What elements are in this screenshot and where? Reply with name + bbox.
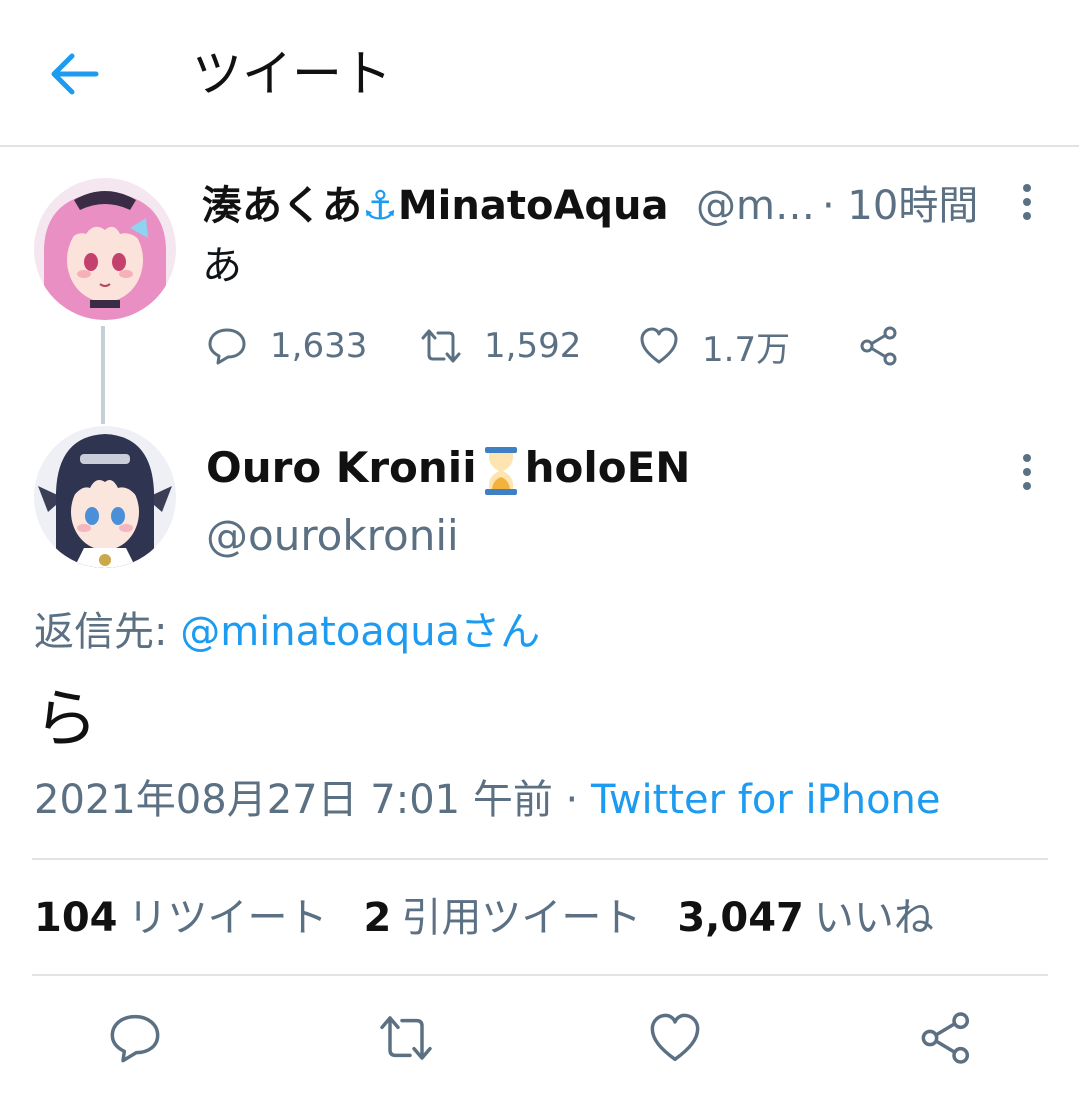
reply-display-name[interactable]: Ouro Kronii holoEN [206,442,690,496]
comment-icon [208,328,246,365]
reply-button[interactable] [107,1010,163,1066]
share-button[interactable] [858,320,900,372]
retweet-count: 1,592 [484,326,582,366]
reply-count: 1,633 [270,326,368,366]
avatar-image [34,178,176,320]
retweets-label: リツイート [127,895,328,941]
tweet-action-bar [0,1010,1079,1070]
heart-icon [640,327,678,364]
anchor-icon: ⚓ [362,183,398,229]
tweet-source-link[interactable]: Twitter for iPhone [591,777,941,823]
display-name-suffix: MinatoAqua [397,183,669,229]
retweets-count: 104 [34,895,118,941]
retweet-icon [421,329,461,363]
top-app-bar: ツイート [0,0,1079,147]
more-vertical-icon[interactable] [1020,452,1034,492]
divider [32,974,1048,976]
divider [32,858,1048,860]
reply-button[interactable]: 1,633 [206,320,367,372]
engagement-stats: 104 リツイート 2 引用ツイート 3,047 いいね [34,892,970,944]
reply-to-label: 返信先: [34,609,181,655]
like-button[interactable]: 1.7万 [638,320,790,372]
share-icon [860,326,897,366]
retweet-icon [380,1016,432,1060]
parent-handle[interactable]: @m… [696,180,815,232]
display-name-text: 湊あくあ [202,183,362,229]
heart-icon [650,1013,700,1062]
share-button[interactable] [918,1010,974,1066]
retweet-button[interactable]: 1,592 [420,320,581,372]
hourglass-icon [484,446,517,495]
thread-connector [101,326,105,424]
parent-time: · 10時間 [822,183,979,229]
quotes-count: 2 [363,895,392,941]
reply-tweet-text: ら [34,683,98,757]
reply-to-line: 返信先: @minatoaquaさん [34,606,540,658]
share-icon [921,1012,970,1064]
display-name-text: Ouro Kronii [206,443,477,492]
display-name-suffix: holoEN [524,443,691,492]
parent-tweet-text: あ [202,243,242,289]
like-count: 1.7万 [702,329,791,370]
reply-to-mention-link[interactable]: @minatoaquaさん [180,609,540,655]
likes-label: いいね [813,895,934,941]
quotes-stat[interactable]: 2 引用ツイート [364,892,642,944]
retweet-button[interactable] [378,1010,434,1066]
likes-stat[interactable]: 3,047 いいね [677,892,934,944]
arrow-left-icon[interactable] [50,52,100,96]
likes-count: 3,047 [677,895,804,941]
like-button[interactable] [647,1010,703,1066]
comment-icon [110,1014,160,1063]
quotes-label: 引用ツイート [401,895,642,941]
page-title: ツイート [192,45,392,103]
parent-action-bar: 1,633 1,592 1.7万 [202,320,962,372]
tweet-timestamp[interactable]: 2021年08月27日 7:01 午前 · [34,777,591,823]
more-vertical-icon[interactable] [1020,182,1034,222]
tweet-metadata: 2021年08月27日 7:01 午前 · Twitter for iPhone [34,774,941,826]
reply-handle[interactable]: @ourokronii [206,510,459,562]
avatar[interactable] [34,426,176,568]
retweets-stat[interactable]: 104 リツイート [34,892,328,944]
parent-display-name[interactable]: 湊あくあ⚓MinatoAqua [202,180,669,232]
avatar-image [34,426,176,568]
avatar[interactable] [34,178,176,320]
